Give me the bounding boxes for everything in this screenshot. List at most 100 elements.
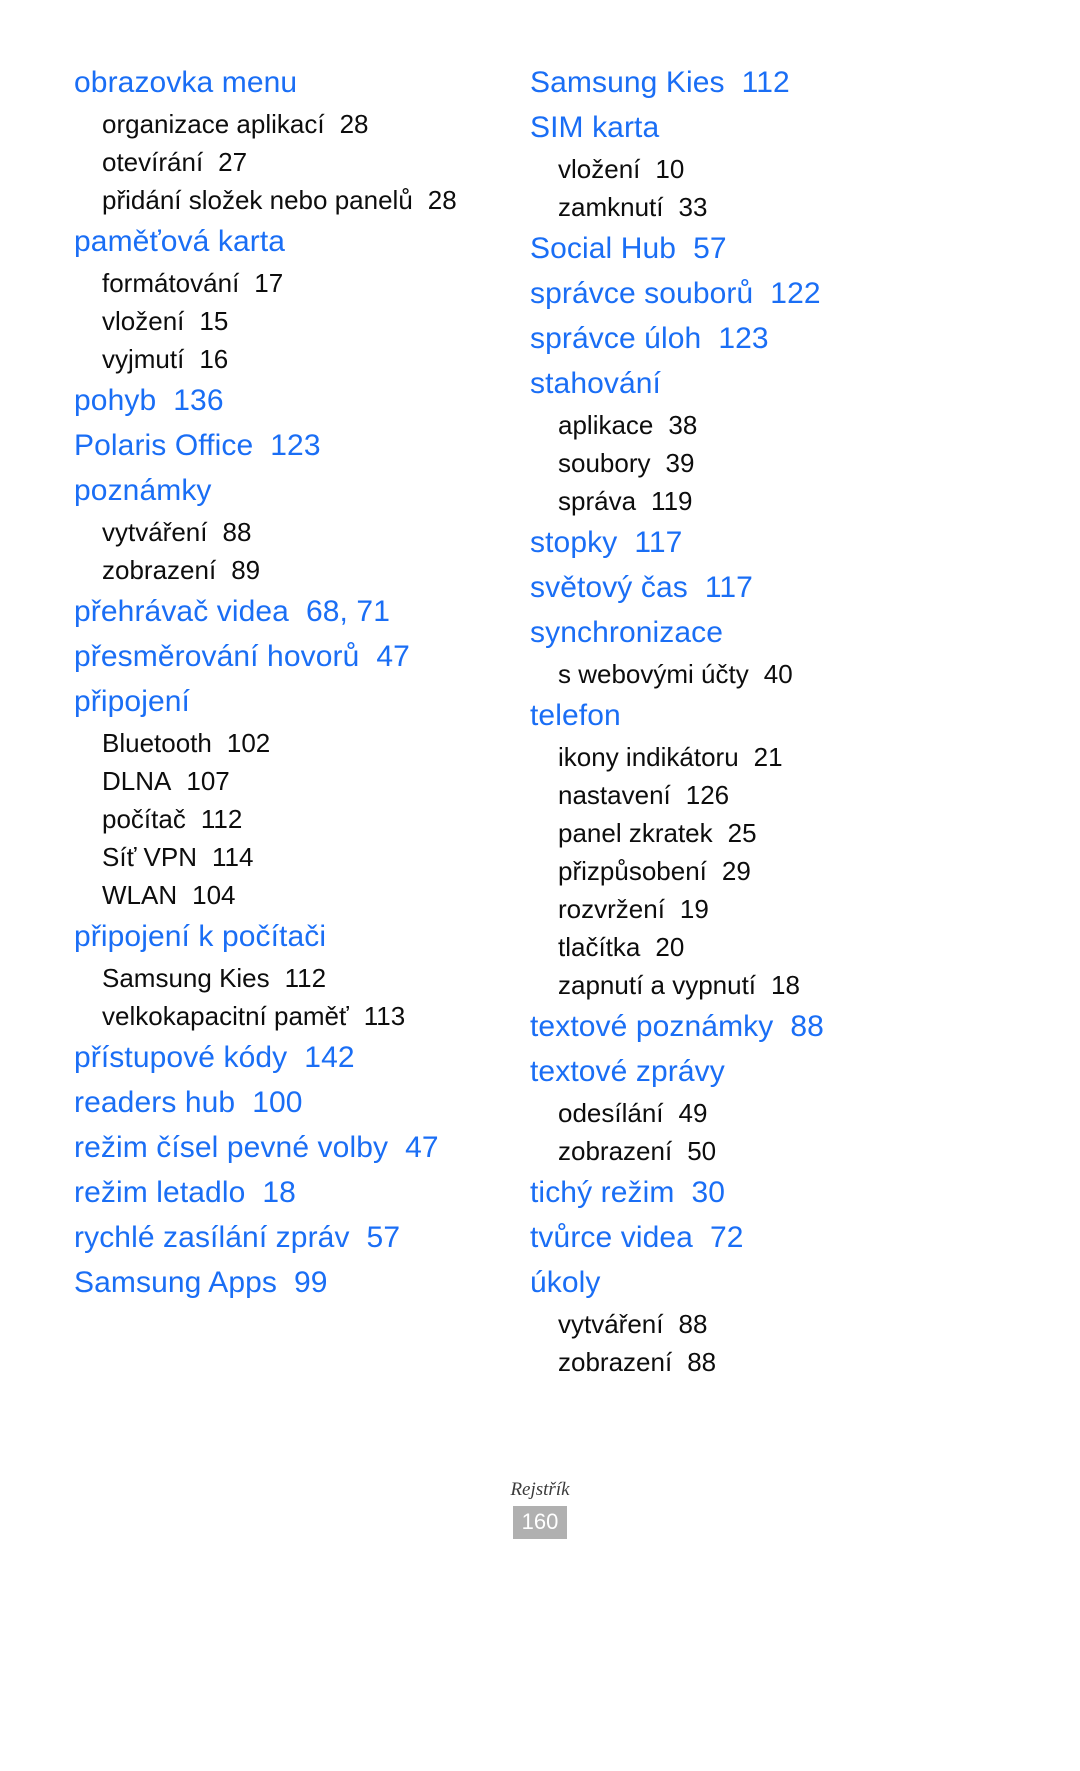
index-heading[interactable]: úkoly (530, 1260, 1080, 1305)
index-heading[interactable]: připojení k počítači (74, 914, 500, 959)
index-heading[interactable]: Samsung Kies 112 (530, 60, 1080, 105)
index-heading-label: přehrávač videa (74, 595, 289, 628)
index-subentry-page: 28 (427, 185, 457, 215)
index-subentry-page: 102 (226, 728, 271, 758)
index-subentry-label: Samsung Kies (102, 963, 270, 993)
index-heading[interactable]: přístupové kódy 142 (74, 1035, 500, 1080)
index-subentry[interactable]: vytváření 88 (558, 1305, 1080, 1343)
index-column-left: obrazovka menu organizace aplikací 28 oteví… (0, 60, 500, 1305)
index-subentry-page: 112 (284, 963, 327, 993)
index-heading[interactable]: přehrávač videa 68, 71 (74, 589, 500, 634)
index-subentry-page: 16 (199, 344, 229, 374)
index-subentry-page: 89 (231, 555, 261, 585)
index-subentry[interactable]: organizace aplikací 28 (102, 105, 500, 143)
index-subentry-label: zamknutí (558, 192, 664, 222)
index-subentry-page: 107 (186, 766, 230, 796)
index-heading[interactable]: synchronizace (530, 610, 1080, 655)
index-subentry[interactable]: vložení 15 (102, 302, 500, 340)
index-heading[interactable]: tichý režim 30 (530, 1170, 1080, 1215)
index-subentry-page: 25 (727, 818, 757, 848)
index-subentry[interactable]: zapnutí a vypnutí 18 (558, 966, 1080, 1004)
index-subentry[interactable]: odesílání 49 (558, 1094, 1080, 1132)
index-subentry[interactable]: rozvržení 19 (558, 890, 1080, 928)
index-subentry-label: soubory (558, 448, 651, 478)
index-subentry-label: zapnutí a vypnutí (558, 970, 757, 1000)
index-subentry-page: 39 (665, 448, 695, 478)
index-heading[interactable]: světový čas 117 (530, 565, 1080, 610)
index-subentry[interactable]: nastavení 126 (558, 776, 1080, 814)
index-heading[interactable]: připojení (74, 679, 500, 724)
index-heading[interactable]: Polaris Office 123 (74, 423, 500, 468)
index-subentry[interactable]: DLNA 107 (102, 762, 500, 800)
index-heading[interactable]: Social Hub 57 (530, 226, 1080, 271)
index-subentry-page: 114 (212, 842, 254, 872)
index-subentry-page: 49 (678, 1098, 708, 1128)
index-subentry[interactable]: ikony indikátoru 21 (558, 738, 1080, 776)
index-heading-label: SIM karta (530, 111, 660, 144)
index-subentry[interactable]: tlačítka 20 (558, 928, 1080, 966)
index-subentry[interactable]: Bluetooth 102 (102, 724, 500, 762)
index-heading[interactable]: SIM karta (530, 105, 1080, 150)
index-heading[interactable]: obrazovka menu (74, 60, 500, 105)
index-heading[interactable]: přesměrování hovorů 47 (74, 634, 500, 679)
index-heading[interactable]: režim čísel pevné volby 47 (74, 1125, 500, 1170)
index-heading[interactable]: textové zprávy (530, 1049, 1080, 1094)
index-subentry-label: vložení (558, 154, 641, 184)
index-subentry[interactable]: velkokapacitní paměť 113 (102, 997, 500, 1035)
index-group: připojení Bluetooth 102 DLNA 107 počítač 112 Sí… (74, 679, 500, 914)
index-group: telefon ikony indikátoru 21 nastavení 126 pan… (530, 693, 1080, 1004)
index-subentry-page: 50 (687, 1136, 717, 1166)
index-subentry[interactable]: otevírání 27 (102, 143, 500, 181)
index-subentry[interactable]: vyjmutí 16 (102, 340, 500, 378)
index-heading-page: 122 (770, 277, 821, 310)
index-subentry[interactable]: zobrazení 89 (102, 551, 500, 589)
index-subentry-page: 38 (668, 410, 698, 440)
index-subentry-label: formátování (102, 268, 240, 298)
index-heading[interactable]: rychlé zasílání zpráv 57 (74, 1215, 500, 1260)
index-subentry[interactable]: vložení 10 (558, 150, 1080, 188)
index-heading-label: úkoly (530, 1266, 601, 1299)
index-heading-label: tvůrce videa (530, 1221, 693, 1254)
index-heading[interactable]: pohyb 136 (74, 378, 500, 423)
index-subentry[interactable]: zobrazení 50 (558, 1132, 1080, 1170)
index-subentry[interactable]: panel zkratek 25 (558, 814, 1080, 852)
index-heading-label: Samsung Apps (74, 1266, 277, 1299)
index-heading[interactable]: readers hub 100 (74, 1080, 500, 1125)
index-heading[interactable]: stahování (530, 361, 1080, 406)
index-group: tvůrce videa 72 (530, 1215, 1080, 1260)
index-subentry[interactable]: Síť VPN 114 (102, 838, 500, 876)
index-group: stahování aplikace 38 soubory 39 správa 119 (530, 361, 1080, 520)
index-heading-label: přesměrování hovorů (74, 640, 360, 673)
index-subentry-page: 119 (651, 486, 693, 516)
index-subentry[interactable]: zobrazení 88 (558, 1343, 1080, 1381)
index-heading[interactable]: režim letadlo 18 (74, 1170, 500, 1215)
index-heading-page: 18 (262, 1176, 296, 1209)
index-subentry-list: vytváření 88 zobrazení 88 (530, 1305, 1080, 1381)
index-subentry[interactable]: soubory 39 (558, 444, 1080, 482)
index-heading[interactable]: telefon (530, 693, 1080, 738)
index-subentry[interactable]: vytváření 88 (102, 513, 500, 551)
index-heading-label: synchronizace (530, 616, 724, 649)
index-subentry[interactable]: Samsung Kies 112 (102, 959, 500, 997)
index-subentry[interactable]: s webovými účty 40 (558, 655, 1080, 693)
index-subentry[interactable]: aplikace 38 (558, 406, 1080, 444)
index-heading[interactable]: tvůrce videa 72 (530, 1215, 1080, 1260)
index-heading[interactable]: paměťová karta (74, 219, 500, 264)
index-heading[interactable]: správce úloh 123 (530, 316, 1080, 361)
index-heading[interactable]: Samsung Apps 99 (74, 1260, 500, 1305)
index-group: SIM karta vložení 10 zamknutí 33 (530, 105, 1080, 226)
index-subentry[interactable]: přizpůsobení 29 (558, 852, 1080, 890)
index-subentry[interactable]: přidání složek nebo panelů 28 (102, 181, 500, 219)
index-heading[interactable]: textové poznámky 88 (530, 1004, 1080, 1049)
index-subentry[interactable]: zamknutí 33 (558, 188, 1080, 226)
index-subentry[interactable]: správa 119 (558, 482, 1080, 520)
index-subentry[interactable]: WLAN 104 (102, 876, 500, 914)
index-heading-page: 123 (718, 322, 769, 355)
index-subentry[interactable]: počítač 112 (102, 800, 500, 838)
index-subentry[interactable]: formátování 17 (102, 264, 500, 302)
index-subentry-page: 88 (678, 1309, 708, 1339)
index-heading[interactable]: poznámky (74, 468, 500, 513)
index-heading[interactable]: správce souborů 122 (530, 271, 1080, 316)
index-subentry-label: správa (558, 486, 637, 516)
index-heading[interactable]: stopky 117 (530, 520, 1080, 565)
